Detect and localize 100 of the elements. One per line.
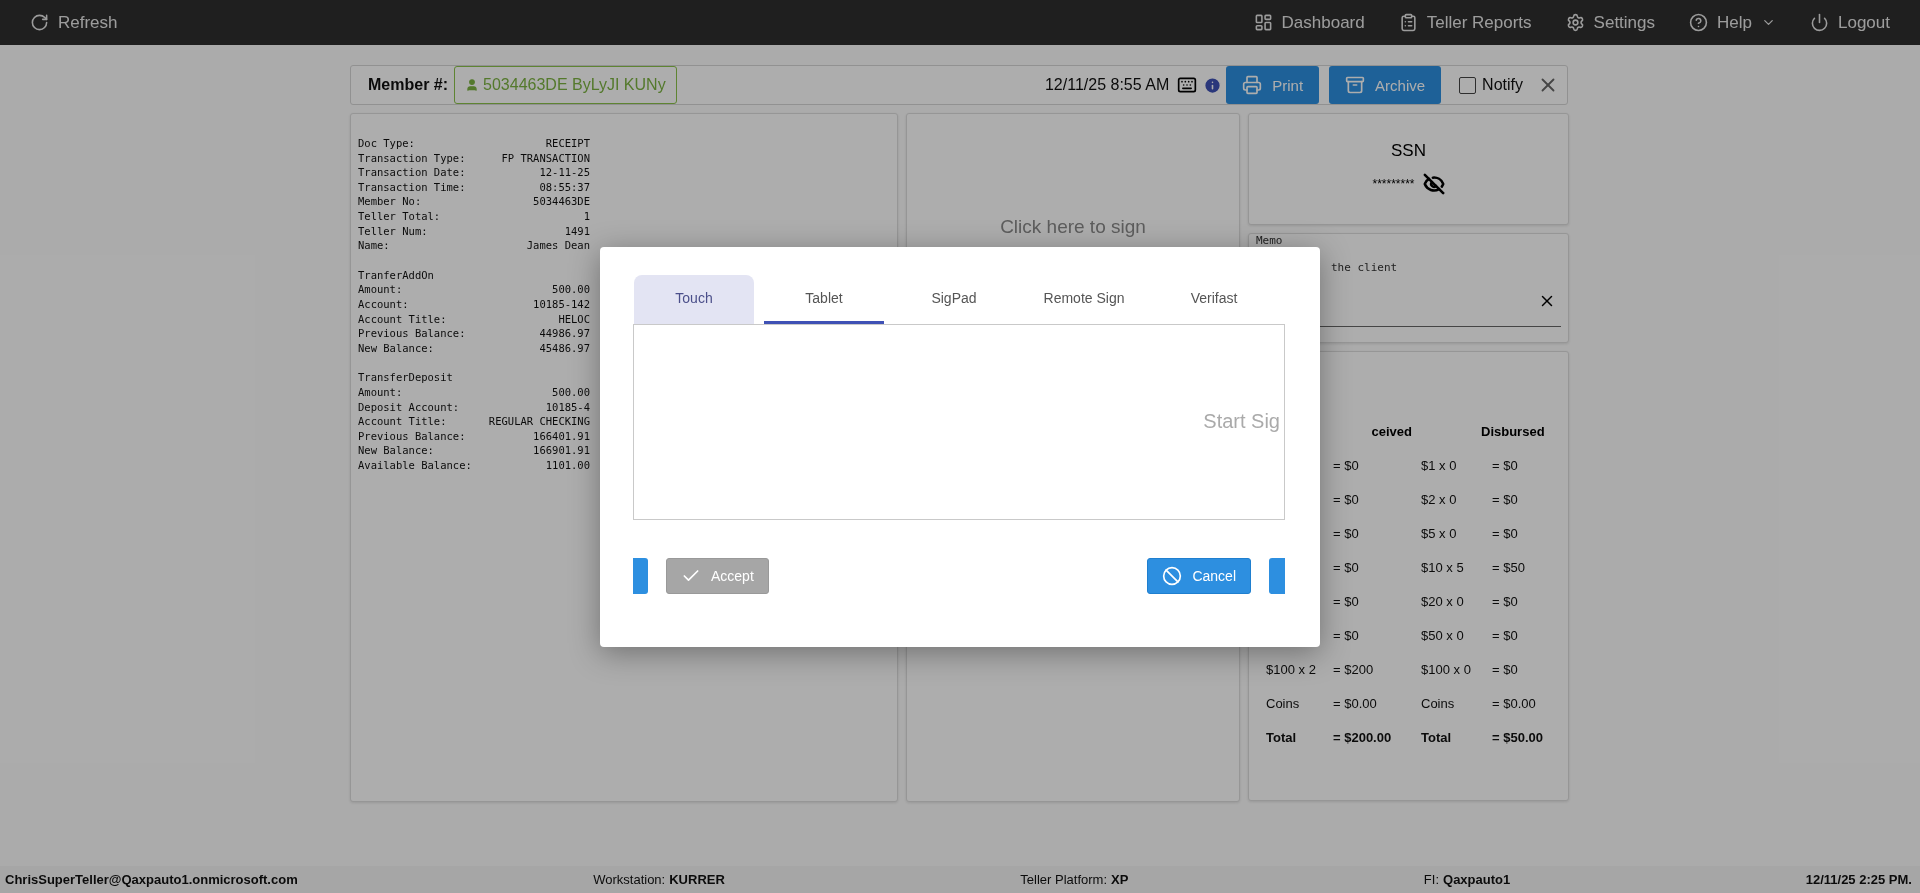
cash-amount: = $0	[1333, 525, 1360, 541]
receipt-value: 08:55:37	[539, 179, 590, 195]
partial-button[interactable]	[633, 557, 648, 594]
memo-text: the client	[1331, 261, 1399, 275]
receipt-label: Doc Type:	[358, 136, 415, 151]
receipt-label: New Balance:	[358, 443, 434, 458]
cash-label: Total	[1266, 729, 1298, 745]
receipt-value: 10185-4	[545, 399, 590, 415]
cash-amount: = $0	[1492, 661, 1519, 677]
receipt-label: Amount:	[358, 282, 403, 297]
cash-label: $10 x 5	[1421, 559, 1465, 575]
receipt-label: New Balance:	[358, 340, 434, 356]
member-label: Member #:	[368, 76, 449, 94]
cash-amount: = $0	[1492, 491, 1519, 507]
dashboard-icon	[1253, 13, 1273, 32]
notify-label: Notify	[1482, 76, 1523, 94]
sign-prompt: Click here to sign	[1000, 216, 1146, 239]
status-label: FI:	[1423, 872, 1440, 887]
nav-link[interactable]: Logout	[1810, 12, 1890, 33]
nav-link[interactable]: Help	[1689, 12, 1776, 33]
receipt-value: 12-11-25	[539, 165, 590, 180]
cash-amount: = $200	[1333, 661, 1375, 677]
cash-amount: = $0	[1333, 559, 1360, 575]
receipt-value: 500.00	[552, 282, 590, 297]
ban-icon	[1162, 565, 1183, 586]
archive-icon	[1345, 75, 1366, 95]
receipt-label: Name:	[358, 238, 390, 253]
print-button[interactable]: Print	[1226, 66, 1320, 104]
cash-label: $5 x 0	[1421, 525, 1458, 541]
receipt-label: TranferAddOn	[358, 267, 434, 283]
receipt-value: 10185-142	[533, 296, 590, 312]
cancel-button[interactable]: Cancel	[1147, 557, 1251, 594]
cash-amount: = $0	[1333, 457, 1360, 473]
receipt-label: Member No:	[358, 194, 422, 209]
receipt-label: Transaction Time:	[358, 179, 466, 195]
cash-amount: = $0.00	[1333, 695, 1378, 711]
user-email: ChrisSuperTeller@Qaxpauto1.onmicrosoft.com	[5, 872, 298, 887]
method-tab[interactable]: SigPad	[894, 274, 1014, 324]
receipt-value: RECEIPT	[545, 136, 590, 151]
received-header: ceived	[1370, 423, 1413, 439]
receipt-value: FP TRANSACTION	[501, 150, 590, 166]
cash-label: $100 x 0	[1421, 661, 1472, 677]
eye-off-icon[interactable]	[1422, 173, 1445, 195]
memo-label: Memo	[1256, 235, 1283, 246]
ssn-title: SSN	[1391, 141, 1426, 161]
cash-amount: = $0	[1333, 593, 1360, 609]
nav-link[interactable]: Refresh	[30, 12, 118, 33]
refresh-icon	[30, 13, 49, 32]
receipt-value: 500.00	[552, 384, 590, 400]
user-icon	[465, 78, 480, 92]
method-tab[interactable]: Remote Sign	[1024, 274, 1144, 324]
receipt-value: 166401.91	[533, 428, 590, 444]
status-label: Teller Platform:	[1020, 872, 1108, 887]
pad-text: Start Sig	[1203, 410, 1280, 433]
receipt-value: James Dean	[526, 238, 590, 253]
settings-icon	[1565, 13, 1585, 32]
info-icon[interactable]	[1203, 75, 1223, 95]
clipboard-icon	[1398, 13, 1418, 32]
cash-label: $20 x 0	[1421, 593, 1465, 609]
receipt-value: 44986.97	[539, 326, 590, 341]
power-icon	[1810, 13, 1829, 32]
receipt-label: Account Title:	[358, 414, 447, 429]
receipt-value: 45486.97	[539, 340, 590, 356]
cash-label: $1 x 0	[1421, 457, 1458, 473]
status-label: Workstation:	[593, 872, 666, 887]
cash-amount: = $0	[1333, 627, 1360, 643]
receipt-label: Deposit Account:	[358, 399, 460, 415]
receipt-value: 1	[583, 208, 590, 224]
status-time: 12/11/25 2:25 PM.	[1805, 872, 1912, 887]
cash-amount: = $0	[1492, 627, 1519, 643]
status-value: XP	[1111, 872, 1129, 887]
cash-label: $50 x 0	[1421, 627, 1465, 643]
printer-icon	[1242, 75, 1263, 95]
method-tab[interactable]: Touch	[634, 274, 754, 324]
cash-amount: = $0	[1333, 491, 1360, 507]
receipt-label: Transaction Date:	[358, 165, 466, 180]
cash-amount: = $0.00	[1492, 695, 1537, 711]
cash-amount: = $0	[1492, 525, 1519, 541]
cash-amount: = $0	[1492, 593, 1519, 609]
ssn-value: *********	[1372, 177, 1415, 191]
receipt-label: Account:	[358, 296, 409, 312]
partial-button[interactable]	[1269, 557, 1285, 594]
receipt-value: REGULAR CHECKING	[488, 414, 590, 429]
receipt-value: 5034463DE	[533, 194, 590, 209]
cash-amount: = $50.00	[1492, 729, 1544, 745]
disbursed-header: Disbursed	[1480, 423, 1546, 439]
receipt-label: Available Balance:	[358, 457, 472, 473]
nav-link[interactable]: Settings	[1565, 12, 1656, 33]
nav-link[interactable]: Dashboard	[1253, 12, 1365, 33]
method-tab[interactable]: Tablet	[764, 274, 884, 324]
cash-amount: = $0	[1492, 457, 1519, 473]
notify-checkbox[interactable]	[1459, 76, 1477, 94]
keyboard-icon[interactable]	[1177, 75, 1198, 95]
receipt-label: Previous Balance:	[358, 326, 466, 341]
nav-link[interactable]: Teller Reports	[1398, 12, 1532, 33]
receipt-value: 1491	[564, 223, 590, 239]
cash-amount: = $50	[1492, 559, 1526, 575]
receipt-label: Amount:	[358, 384, 403, 400]
receipt-value: HELOC	[558, 311, 590, 327]
receipt-label: Teller Num:	[358, 223, 428, 239]
